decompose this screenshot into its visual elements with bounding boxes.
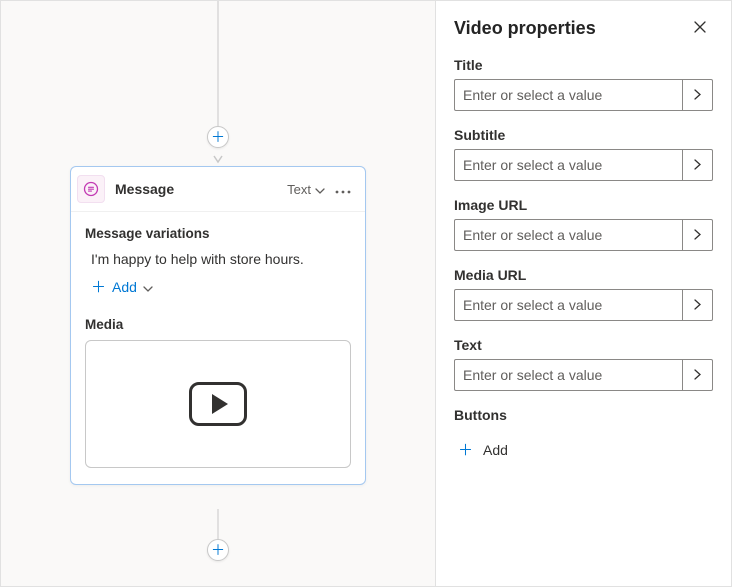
variations-section-label: Message variations — [85, 226, 351, 241]
field-media-url: Media URL — [454, 267, 713, 321]
variation-text[interactable]: I'm happy to help with store hours. — [85, 247, 351, 275]
properties-panel: Video properties Title Subtitle — [436, 1, 731, 586]
plus-icon: ＋ — [91, 280, 106, 295]
field-image-url: Image URL — [454, 197, 713, 251]
plus-icon: ＋ — [211, 540, 225, 560]
insert-node-button-top[interactable]: ＋ — [207, 126, 229, 148]
chevron-down-icon — [315, 182, 325, 197]
title-input[interactable] — [455, 80, 682, 110]
field-title: Title — [454, 57, 713, 111]
field-text-label: Text — [454, 337, 713, 353]
chevron-right-icon — [694, 367, 701, 383]
media-url-input[interactable] — [455, 290, 682, 320]
title-picker-button[interactable] — [682, 80, 712, 110]
video-play-icon — [189, 382, 247, 426]
chevron-right-icon — [694, 227, 701, 243]
message-type-label: Text — [287, 182, 311, 197]
field-subtitle-combo — [454, 149, 713, 181]
field-text: Text — [454, 337, 713, 391]
message-icon — [77, 175, 105, 203]
image-url-input[interactable] — [455, 220, 682, 250]
text-input[interactable] — [455, 360, 682, 390]
chevron-right-icon — [694, 297, 701, 313]
subtitle-picker-button[interactable] — [682, 150, 712, 180]
field-title-label: Title — [454, 57, 713, 73]
insert-node-button-bottom[interactable]: ＋ — [207, 539, 229, 561]
field-media-url-label: Media URL — [454, 267, 713, 283]
image-url-picker-button[interactable] — [682, 220, 712, 250]
field-image-url-label: Image URL — [454, 197, 713, 213]
message-type-dropdown[interactable]: Text — [287, 182, 325, 197]
chevron-right-icon — [694, 157, 701, 173]
message-node-header: Message Text — [71, 167, 365, 212]
message-node[interactable]: Message Text Message variations I'm happ… — [70, 166, 366, 485]
app-root: ＋ Message Text — [0, 0, 732, 587]
field-title-combo — [454, 79, 713, 111]
message-node-body: Message variations I'm happy to help wit… — [71, 212, 365, 484]
field-buttons: Buttons ＋ Add — [454, 407, 713, 466]
close-panel-button[interactable] — [687, 15, 713, 41]
panel-header: Video properties — [454, 15, 713, 41]
add-button-button[interactable]: ＋ Add — [454, 433, 512, 466]
plus-icon: ＋ — [211, 127, 225, 147]
flow-arrowhead-icon — [213, 154, 223, 164]
media-section-label: Media — [85, 317, 351, 332]
message-more-menu[interactable] — [331, 177, 355, 201]
plus-icon: ＋ — [458, 439, 473, 460]
field-image-url-combo — [454, 219, 713, 251]
flow-connector-top — [218, 1, 219, 126]
message-node-title: Message — [115, 181, 287, 197]
add-variation-button[interactable]: ＋ Add — [85, 275, 159, 299]
close-icon — [693, 20, 707, 37]
subtitle-input[interactable] — [455, 150, 682, 180]
media-preview[interactable] — [85, 340, 351, 468]
text-picker-button[interactable] — [682, 360, 712, 390]
field-subtitle: Subtitle — [454, 127, 713, 181]
chevron-down-icon — [143, 279, 153, 295]
field-subtitle-label: Subtitle — [454, 127, 713, 143]
field-media-url-combo — [454, 289, 713, 321]
panel-title: Video properties — [454, 18, 596, 39]
chevron-right-icon — [694, 87, 701, 103]
more-icon — [335, 181, 351, 197]
media-url-picker-button[interactable] — [682, 290, 712, 320]
authoring-canvas[interactable]: ＋ Message Text — [1, 1, 436, 586]
add-button-label: Add — [483, 442, 508, 458]
field-buttons-label: Buttons — [454, 407, 713, 423]
field-text-combo — [454, 359, 713, 391]
add-variation-label: Add — [112, 279, 137, 295]
